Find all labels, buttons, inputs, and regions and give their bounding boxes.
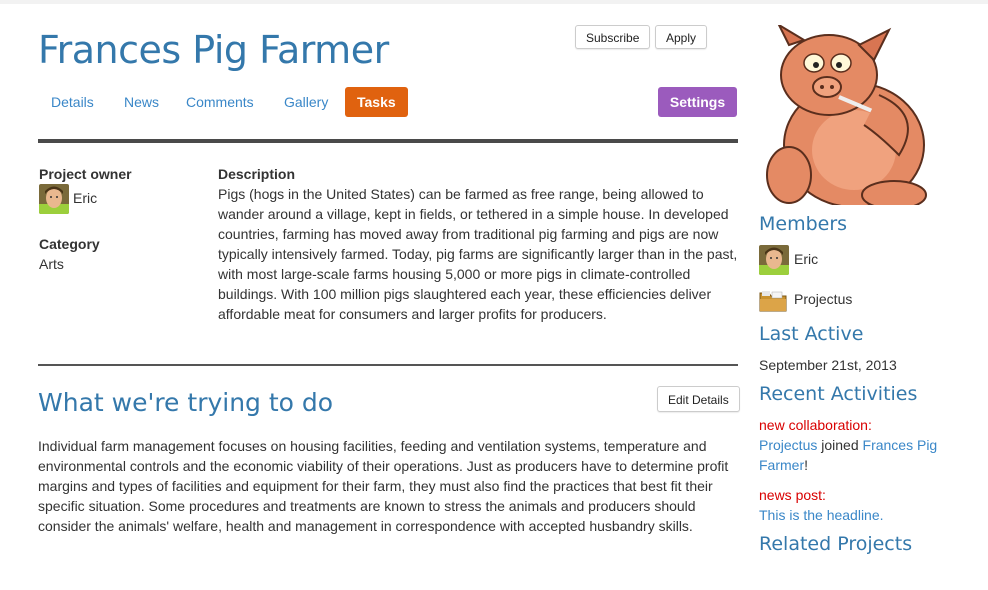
- goals-heading: What we're trying to do: [38, 388, 334, 417]
- apply-button[interactable]: Apply: [655, 25, 708, 49]
- page-title: Frances Pig Farmer: [38, 28, 389, 72]
- project-image: [759, 22, 939, 210]
- member-link-eric[interactable]: Eric: [794, 249, 818, 269]
- last-active-heading: Last Active: [759, 323, 864, 345]
- member-link-projectus[interactable]: Projectus: [794, 289, 852, 309]
- tab-tasks[interactable]: Tasks: [345, 87, 408, 117]
- activity-suffix: !: [804, 457, 809, 473]
- description-label: Description: [218, 166, 296, 182]
- last-active-date: September 21st, 2013: [759, 357, 897, 373]
- tab-news[interactable]: News: [124, 87, 159, 117]
- top-border: [0, 0, 988, 4]
- owner-name-link[interactable]: Eric: [73, 188, 97, 208]
- subscribe-button[interactable]: Subscribe: [575, 25, 651, 49]
- recent-activities-heading: Recent Activities: [759, 383, 918, 405]
- tab-gallery[interactable]: Gallery: [284, 87, 328, 117]
- activity-verb: joined: [821, 437, 859, 453]
- activity-news-post: news post: This is the headline.: [759, 485, 979, 525]
- edit-details-button[interactable]: Edit Details: [657, 386, 740, 412]
- folder-icon[interactable]: [759, 288, 787, 312]
- settings-button[interactable]: Settings: [658, 87, 737, 117]
- member-avatar-eric[interactable]: [759, 245, 789, 275]
- section-divider: [38, 364, 738, 366]
- activity-actor-link[interactable]: Projectus: [759, 437, 817, 453]
- activity-collaboration: new collaboration: Projectus joined Fran…: [759, 415, 979, 475]
- tab-comments[interactable]: Comments: [186, 87, 254, 117]
- members-heading: Members: [759, 213, 848, 235]
- header-divider: [38, 139, 738, 143]
- owner-avatar[interactable]: [39, 184, 69, 214]
- project-owner-label: Project owner: [39, 166, 132, 182]
- tab-details[interactable]: Details: [51, 87, 94, 117]
- activity-type: news post:: [759, 487, 826, 503]
- category-value: Arts: [39, 256, 64, 272]
- description-text: Pigs (hogs in the United States) can be …: [218, 186, 738, 322]
- news-headline-link[interactable]: This is the headline.: [759, 507, 884, 523]
- activity-type: new collaboration:: [759, 417, 872, 433]
- related-projects-heading: Related Projects: [759, 533, 913, 555]
- goals-text: Individual farm management focuses on ho…: [38, 438, 729, 534]
- category-label: Category: [39, 236, 100, 252]
